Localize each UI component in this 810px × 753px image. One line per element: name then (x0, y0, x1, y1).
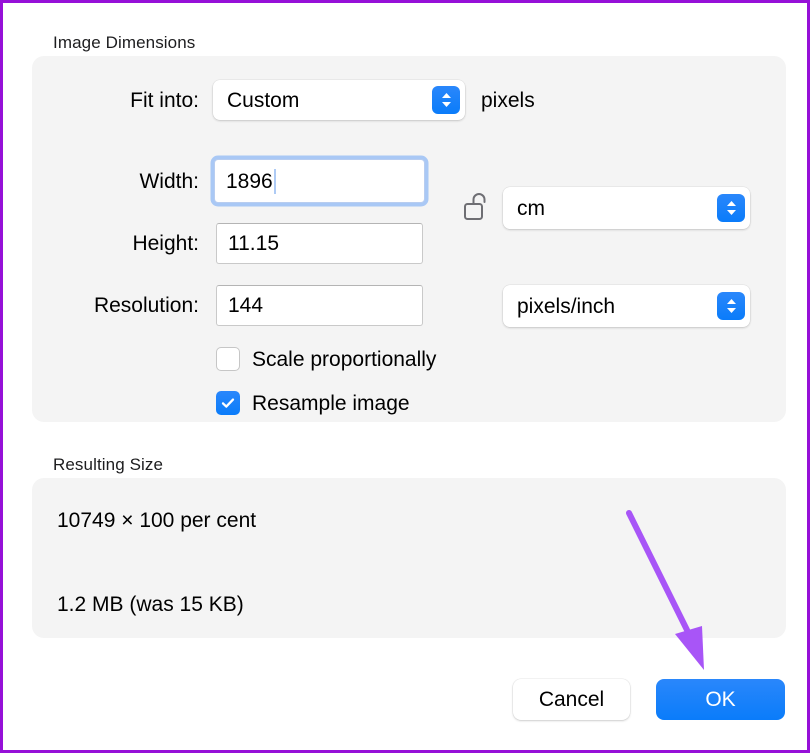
image-dimensions-dialog: Image Dimensions Fit into: Custom pixels… (0, 0, 810, 753)
fit-into-select[interactable]: Custom (213, 80, 465, 120)
resample-image-checkbox-row[interactable]: Resample image (216, 391, 410, 415)
chevron-up-down-icon[interactable] (717, 194, 745, 222)
height-input[interactable]: 11.15 (216, 223, 423, 264)
scale-proportionally-checkbox-row[interactable]: Scale proportionally (216, 347, 436, 371)
resolution-input[interactable]: 144 (216, 285, 423, 326)
chevron-up-down-icon[interactable] (717, 292, 745, 320)
scale-proportionally-label: Scale proportionally (252, 347, 437, 371)
width-label: Width: (139, 170, 199, 193)
width-input[interactable]: 1896 (214, 159, 425, 203)
fit-into-value: Custom (227, 88, 300, 112)
scale-proportionally-checkbox[interactable] (216, 347, 240, 371)
unlocked-padlock-icon[interactable] (462, 191, 492, 223)
resolution-label: Resolution: (93, 294, 199, 317)
fit-into-label: Fit into: (130, 89, 199, 112)
ok-button[interactable]: OK (656, 679, 785, 720)
resulting-file-size-text: 1.2 MB (was 15 KB) (57, 593, 244, 616)
resample-image-label: Resample image (252, 391, 410, 415)
image-dimensions-section-title: Image Dimensions (53, 33, 196, 52)
height-label: Height: (132, 232, 199, 255)
resample-image-checkbox[interactable] (216, 391, 240, 415)
resolution-units-value: pixels/inch (517, 294, 616, 318)
resulting-dimensions-text: 10749 × 100 per cent (57, 509, 257, 532)
fit-into-unit-suffix: pixels (481, 89, 535, 112)
resulting-size-section-title: Resulting Size (53, 455, 164, 474)
resolution-value: 144 (228, 294, 264, 317)
height-value: 11.15 (228, 232, 279, 255)
width-units-value: cm (517, 196, 545, 220)
text-caret (273, 168, 276, 194)
chevron-up-down-icon[interactable] (432, 86, 460, 114)
width-units-select[interactable]: cm (503, 187, 750, 229)
cancel-button[interactable]: Cancel (513, 679, 630, 720)
width-value: 1896 (226, 169, 273, 193)
resolution-units-select[interactable]: pixels/inch (503, 285, 750, 327)
